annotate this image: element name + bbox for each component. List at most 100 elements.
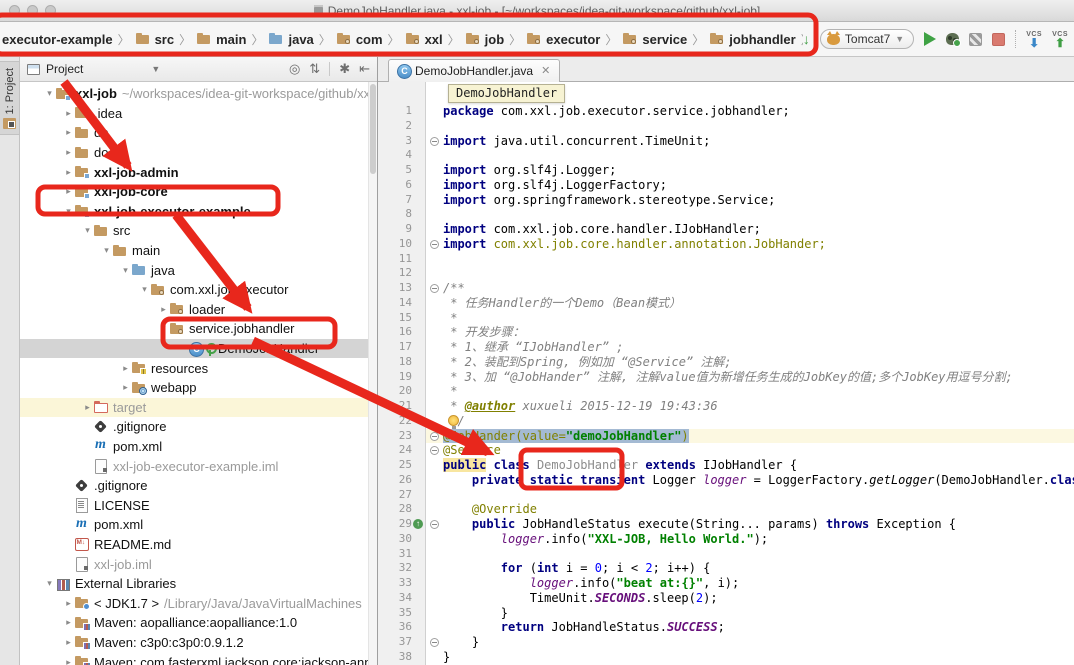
tree-row--jdk1-7-[interactable]: ▸< JDK1.7 > /Library/Java/JavaVirtualMac… — [20, 593, 377, 613]
tree-row-xxl-job-executor-example-iml[interactable]: xxl-job-executor-example.iml — [20, 456, 377, 476]
tree-row-pom-xml[interactable]: pom.xml — [20, 515, 377, 535]
tree-row-maven-com-fasterxml-jackson-core-jackson-annotations[interactable]: ▸Maven: com.fasterxml.jackson.core:jacks… — [20, 652, 377, 665]
tree-row-xxl-job[interactable]: ▾xxl-job ~/workspaces/idea-git-workspace… — [20, 84, 377, 104]
tree-collapsed-icon[interactable]: ▸ — [82, 402, 93, 413]
tree-row-maven-aopalliance-aopalliance-1-0[interactable]: ▸Maven: aopalliance:aopalliance:1.0 — [20, 613, 377, 633]
run-button[interactable] — [924, 32, 936, 46]
project-tree[interactable]: ▾xxl-job ~/workspaces/idea-git-workspace… — [20, 82, 377, 665]
code-line-38[interactable]: } — [443, 650, 1074, 665]
settings-icon[interactable]: ✱ — [339, 61, 350, 77]
tree-expanded-icon[interactable]: ▾ — [120, 265, 131, 276]
code-line-30[interactable]: logger.info("XXL-JOB, Hello World."); — [443, 532, 1074, 547]
code-line-8[interactable] — [443, 207, 1074, 222]
editor-tab-demojobhandler[interactable]: DemoJobHandler.java ✕ — [388, 59, 560, 82]
fold-marker[interactable] — [430, 240, 439, 249]
code-line-35[interactable]: } — [443, 606, 1074, 621]
code-line-1[interactable]: package com.xxl.job.executor.service.job… — [443, 104, 1074, 119]
tree-collapsed-icon[interactable]: ▸ — [158, 304, 169, 315]
code-line-18[interactable]: * 2、装配到Spring, 例如加 “@Service” 注解; — [443, 355, 1074, 370]
code-line-26[interactable]: private static transient Logger logger =… — [443, 473, 1074, 488]
code-line-24[interactable]: @Service — [443, 443, 1074, 458]
code-line-16[interactable]: * 开发步骤： — [443, 325, 1074, 340]
update-available-icon[interactable]: ↓ — [803, 31, 810, 47]
tree-row-db[interactable]: ▸db — [20, 123, 377, 143]
code-line-19[interactable]: * 3、加 “@JobHander” 注解, 注解value值为新增任务生成的J… — [443, 370, 1074, 385]
editor-body[interactable]: 1234567891011121314151617181920212223242… — [378, 82, 1074, 665]
tree-collapsed-icon[interactable]: ▸ — [63, 108, 74, 119]
breadcrumb-item-executor[interactable]: executor — [526, 31, 600, 47]
tree-expanded-icon[interactable]: ▾ — [44, 88, 55, 99]
code-line-6[interactable]: import org.slf4j.LoggerFactory; — [443, 178, 1074, 193]
close-tab-icon[interactable]: ✕ — [541, 64, 550, 77]
project-tool-window-tab[interactable]: 1: Project — [0, 61, 19, 135]
tree-row-com-xxl-job-executor[interactable]: ▾com.xxl.job.executor — [20, 280, 377, 300]
tree-row-resources[interactable]: ▸resources — [20, 358, 377, 378]
fold-marker[interactable] — [430, 432, 439, 441]
code-line-17[interactable]: * 1、继承 “IJobHandler” ; — [443, 340, 1074, 355]
intention-bulb-icon[interactable] — [448, 415, 459, 426]
tree-expanded-icon[interactable]: ▾ — [82, 225, 93, 236]
code-line-31[interactable] — [443, 547, 1074, 562]
tree-row-loader[interactable]: ▸loader — [20, 300, 377, 320]
collapse-icon[interactable]: ⇅ — [309, 61, 320, 77]
code-line-36[interactable]: return JobHandleStatus.SUCCESS; — [443, 620, 1074, 635]
code-line-21[interactable]: * @author xuxueli 2015-12-19 19:43:36 — [443, 399, 1074, 414]
tree-collapsed-icon[interactable]: ▸ — [63, 657, 74, 665]
tree-collapsed-icon[interactable]: ▸ — [63, 186, 74, 197]
tree-row-xxl-job-executor-example[interactable]: ▾xxl-job-executor-example — [20, 202, 377, 222]
tree-expanded-icon[interactable]: ▾ — [44, 578, 55, 589]
code-line-13[interactable]: /** — [443, 281, 1074, 296]
tree-row-xxl-job-admin[interactable]: ▸xxl-job-admin — [20, 162, 377, 182]
code-line-9[interactable]: import com.xxl.job.core.handler.IJobHand… — [443, 222, 1074, 237]
code-line-23[interactable]: @JobHander(value="demoJobHandler") — [426, 429, 1074, 444]
breadcrumb-item-com[interactable]: com — [336, 31, 383, 47]
debug-button[interactable] — [946, 33, 959, 45]
tree-collapsed-icon[interactable]: ▸ — [63, 167, 74, 178]
code-line-4[interactable] — [443, 148, 1074, 163]
locate-icon[interactable]: ◎ — [289, 61, 300, 77]
code-line-37[interactable]: } — [443, 635, 1074, 650]
code-line-25[interactable]: public class DemoJobHandler extends IJob… — [443, 458, 1074, 473]
project-panel-title[interactable]: Project — [46, 62, 83, 76]
tree-row--gitignore[interactable]: .gitignore — [20, 417, 377, 437]
tree-row-external-libraries[interactable]: ▾External Libraries — [20, 574, 377, 594]
tree-row-target[interactable]: ▸target — [20, 398, 377, 418]
tree-row-license[interactable]: LICENSE — [20, 495, 377, 515]
tree-row-pom-xml[interactable]: pom.xml — [20, 437, 377, 457]
code-line-22[interactable]: */ — [443, 414, 1074, 429]
code-line-7[interactable]: import org.springframework.stereotype.Se… — [443, 193, 1074, 208]
tree-collapsed-icon[interactable]: ▸ — [63, 147, 74, 158]
tree-collapsed-icon[interactable]: ▸ — [63, 617, 74, 628]
tree-row-doc[interactable]: ▸doc — [20, 143, 377, 163]
tree-expanded-icon[interactable]: ▾ — [158, 323, 169, 334]
breadcrumb-item-java[interactable]: java — [268, 31, 313, 47]
code-line-3[interactable]: import java.util.concurrent.TimeUnit; — [443, 134, 1074, 149]
code-line-20[interactable]: * — [443, 384, 1074, 399]
breadcrumb-item-service[interactable]: service — [622, 31, 687, 47]
code-line-5[interactable]: import org.slf4j.Logger; — [443, 163, 1074, 178]
breadcrumb-item-job[interactable]: job — [465, 31, 505, 47]
tree-row-xxl-job-core[interactable]: ▸xxl-job-core — [20, 182, 377, 202]
tree-collapsed-icon[interactable]: ▸ — [63, 598, 74, 609]
code-line-34[interactable]: TimeUnit.SECONDS.sleep(2); — [443, 591, 1074, 606]
breadcrumb-item-xxl[interactable]: xxl — [405, 31, 443, 47]
code-line-33[interactable]: logger.info("beat at:{}", i); — [443, 576, 1074, 591]
tree-row-service-jobhandler[interactable]: ▾service.jobhandler — [20, 319, 377, 339]
code-line-11[interactable] — [443, 252, 1074, 267]
tree-expanded-icon[interactable]: ▾ — [139, 284, 150, 295]
code-line-14[interactable]: * 任务Handler的一个Demo（Bean模式） — [443, 296, 1074, 311]
vcs-commit-button[interactable]: VCS⬆ — [1052, 31, 1068, 47]
code-line-10[interactable]: import com.xxl.job.core.handler.annotati… — [443, 237, 1074, 252]
breadcrumb-item-main[interactable]: main — [196, 31, 246, 47]
tree-row-java[interactable]: ▾java — [20, 260, 377, 280]
code-line-28[interactable]: @Override — [443, 502, 1074, 517]
stop-button[interactable] — [992, 33, 1005, 46]
tree-row-xxl-job-iml[interactable]: xxl-job.iml — [20, 554, 377, 574]
tree-scrollbar[interactable] — [368, 82, 377, 665]
hide-panel-icon[interactable]: ⇤ — [359, 61, 370, 77]
code-line-27[interactable] — [443, 488, 1074, 503]
tree-expanded-icon[interactable]: ▾ — [101, 245, 112, 256]
breadcrumb-item-jobhandler[interactable]: jobhandler — [709, 31, 795, 47]
tree-collapsed-icon[interactable]: ▸ — [120, 363, 131, 374]
vcs-update-button[interactable]: VCS⬇ — [1026, 31, 1042, 47]
